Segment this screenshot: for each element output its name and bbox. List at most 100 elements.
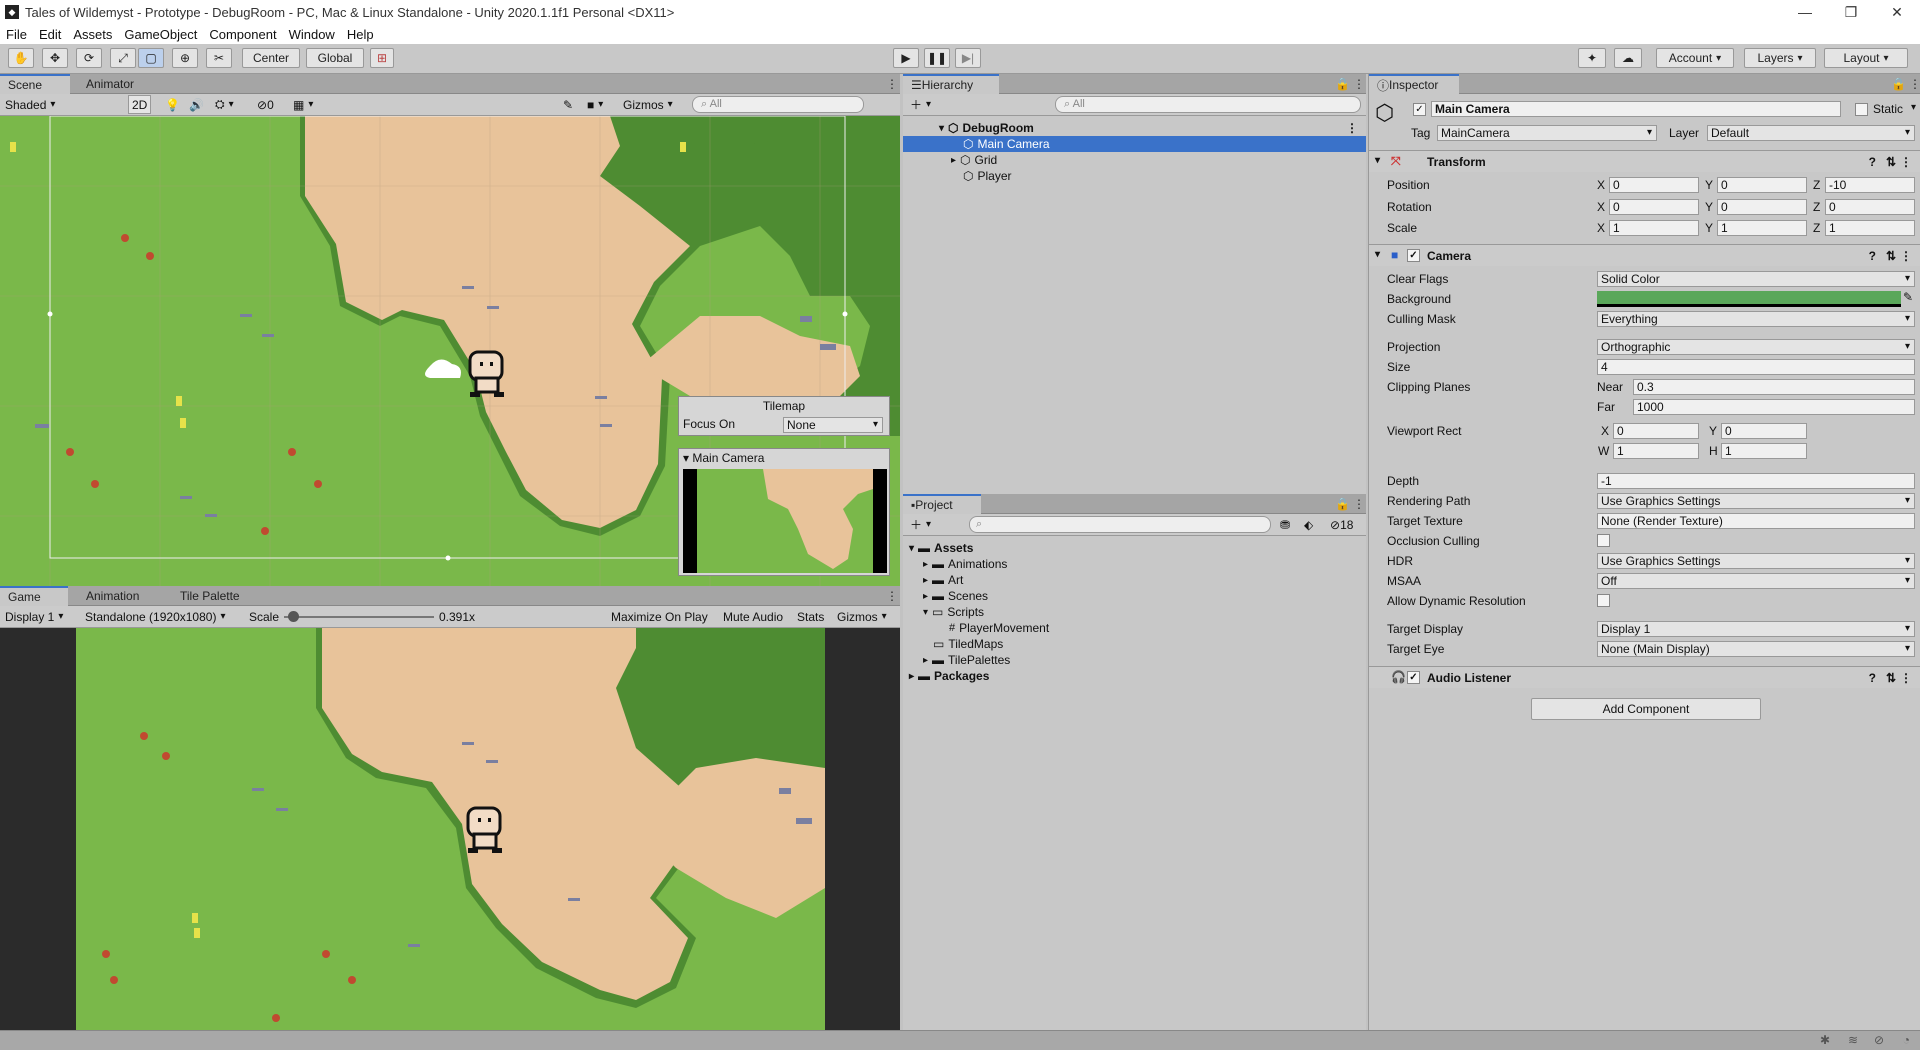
- game-gizmos-dropdown[interactable]: Gizmos: [834, 607, 890, 626]
- scale-x-field[interactable]: 1: [1609, 220, 1699, 236]
- transform-tool-icon[interactable]: ⊕: [172, 48, 198, 68]
- audio-listener-enabled-checkbox[interactable]: ✓: [1407, 671, 1420, 684]
- focus-on-dropdown[interactable]: None: [783, 417, 883, 433]
- near-field[interactable]: 0.3: [1633, 379, 1915, 395]
- tab-animator[interactable]: Animator: [78, 74, 166, 94]
- rotation-y-field[interactable]: 0: [1717, 199, 1807, 215]
- tab-animation[interactable]: Animation: [78, 586, 164, 606]
- inspector-menu-icon[interactable]: ⋮: [1901, 74, 1920, 94]
- custom-tool-icon[interactable]: ✂: [206, 48, 232, 68]
- stats-button[interactable]: Stats: [794, 607, 827, 626]
- folder-art[interactable]: ▸ ▬ Art: [903, 572, 1366, 588]
- position-z-field[interactable]: -10: [1825, 177, 1915, 193]
- layout-dropdown[interactable]: Layout: [1824, 48, 1908, 68]
- tab-scene[interactable]: Scene: [0, 74, 70, 94]
- target-display-dropdown[interactable]: Display 1: [1597, 621, 1915, 637]
- collapse-icon[interactable]: ▾: [1375, 249, 1380, 260]
- add-component-button[interactable]: Add Component: [1531, 698, 1761, 720]
- audio-listener-header[interactable]: 🎧 ✓ Audio Listener ? ⇅ ⋮: [1369, 666, 1920, 688]
- clear-flags-dropdown[interactable]: Solid Color: [1597, 271, 1915, 287]
- scene-search-input[interactable]: ⌕ All: [692, 96, 864, 113]
- gizmos-dropdown[interactable]: Gizmos: [620, 95, 676, 114]
- help-icon[interactable]: ?: [1869, 155, 1876, 169]
- snap-icon[interactable]: ⊞: [370, 48, 394, 68]
- component-menu-icon[interactable]: ⋮: [1900, 249, 1912, 263]
- expand-icon[interactable]: ▸: [909, 671, 914, 682]
- folder-tiledmaps[interactable]: ▭ TiledMaps: [903, 636, 1366, 652]
- tools-icon[interactable]: ✎: [560, 95, 576, 114]
- hierarchy-menu-icon[interactable]: ⋮: [1345, 74, 1365, 94]
- collapse-icon[interactable]: ▾: [909, 543, 914, 554]
- effects-icon[interactable]: ⛭: [212, 95, 237, 114]
- preset-icon[interactable]: ⇅: [1886, 671, 1896, 685]
- project-add-button[interactable]: ＋: [907, 515, 934, 534]
- depth-field[interactable]: -1: [1597, 473, 1915, 489]
- tab-inspector[interactable]: ⓘ Inspector: [1369, 74, 1459, 94]
- rotate-tool-icon[interactable]: ⟳: [76, 48, 102, 68]
- game-viewport[interactable]: [0, 628, 900, 1030]
- shading-dropdown[interactable]: Shaded: [2, 95, 118, 114]
- position-y-field[interactable]: 0: [1717, 177, 1807, 193]
- status-progress-icon[interactable]: ◔: [1903, 1033, 1910, 1047]
- grid-icon[interactable]: ▦: [290, 95, 316, 114]
- status-debug-icon[interactable]: ✱: [1820, 1033, 1830, 1047]
- occlusion-culling-checkbox[interactable]: [1597, 534, 1610, 547]
- folder-tilepalettes[interactable]: ▸ ▬ TilePalettes: [903, 652, 1366, 668]
- panel-menu-icon[interactable]: ⋮: [878, 74, 898, 94]
- scale-slider-thumb[interactable]: [288, 611, 299, 622]
- project-lock-icon[interactable]: 🔒: [1327, 494, 1350, 514]
- tab-hierarchy[interactable]: ☰ Hierarchy: [903, 74, 999, 94]
- hidden-packages-icon[interactable]: ⊘ 18: [1327, 515, 1356, 534]
- scene-viewport[interactable]: Tilemap Focus On None ▾ Main Camera: [0, 116, 900, 586]
- hdr-dropdown[interactable]: Use Graphics Settings: [1597, 553, 1915, 569]
- menu-gameobject[interactable]: GameObject: [124, 27, 197, 42]
- background-color-swatch[interactable]: [1597, 291, 1901, 307]
- camera-header[interactable]: ▾ ■ ✓ Camera ? ⇅ ⋮: [1369, 244, 1920, 266]
- play-button-icon[interactable]: ▶: [893, 48, 919, 68]
- inspector-lock-icon[interactable]: 🔒: [1883, 74, 1906, 94]
- status-cache-icon[interactable]: ⊘: [1874, 1033, 1884, 1047]
- scale-slider[interactable]: [284, 611, 434, 622]
- scale-z-field[interactable]: 1: [1825, 220, 1915, 236]
- pivot-global-button[interactable]: Global: [306, 48, 364, 68]
- project-search-input[interactable]: ⌕: [969, 516, 1271, 533]
- menu-component[interactable]: Component: [209, 27, 276, 42]
- expand-icon[interactable]: ▸: [923, 591, 928, 602]
- scene-item-menu-icon[interactable]: ⋮: [1346, 121, 1358, 135]
- toggle-2d-button[interactable]: 2D: [128, 95, 152, 114]
- folder-packages[interactable]: ▸ ▬ Packages: [903, 668, 1366, 684]
- restore-icon[interactable]: ❐: [1828, 0, 1874, 24]
- viewport-w-field[interactable]: 1: [1613, 443, 1699, 459]
- size-field[interactable]: 4: [1597, 359, 1915, 375]
- hidden-objects-icon[interactable]: ⊘ 0: [254, 95, 277, 114]
- maximize-on-play-button[interactable]: Maximize On Play: [608, 607, 711, 626]
- component-menu-icon[interactable]: ⋮: [1900, 155, 1912, 169]
- expand-icon[interactable]: ▸: [951, 155, 956, 166]
- preset-icon[interactable]: ⇅: [1886, 155, 1896, 169]
- help-icon[interactable]: ?: [1869, 249, 1876, 263]
- menu-assets[interactable]: Assets: [73, 27, 112, 42]
- viewport-x-field[interactable]: 0: [1613, 423, 1699, 439]
- component-menu-icon[interactable]: ⋮: [1900, 671, 1912, 685]
- audio-icon[interactable]: 🔊: [186, 95, 207, 114]
- static-checkbox[interactable]: [1855, 103, 1868, 116]
- transform-header[interactable]: ▾ ⤧ Transform ? ⇅ ⋮: [1369, 150, 1920, 172]
- far-field[interactable]: 1000: [1633, 399, 1915, 415]
- collab-icon[interactable]: ✦: [1578, 48, 1606, 68]
- filter-type-icon[interactable]: ⛃: [1277, 515, 1293, 534]
- rotation-z-field[interactable]: 0: [1825, 199, 1915, 215]
- rotation-x-field[interactable]: 0: [1609, 199, 1699, 215]
- hierarchy-search-input[interactable]: ⌕ All: [1055, 96, 1361, 113]
- status-layers-icon[interactable]: ≋: [1848, 1033, 1858, 1047]
- folder-animations[interactable]: ▸ ▬ Animations: [903, 556, 1366, 572]
- menu-edit[interactable]: Edit: [39, 27, 61, 42]
- menu-help[interactable]: Help: [347, 27, 374, 42]
- help-icon[interactable]: ?: [1869, 671, 1876, 685]
- camera-icon[interactable]: ■: [584, 95, 606, 114]
- static-dropdown-icon[interactable]: ▾: [1911, 102, 1916, 113]
- cloud-icon[interactable]: ☁: [1614, 48, 1642, 68]
- move-tool-icon[interactable]: ✥: [42, 48, 68, 68]
- scale-tool-icon[interactable]: ⤢: [110, 48, 136, 68]
- script-playermovement[interactable]: # PlayerMovement: [903, 620, 1366, 636]
- expand-icon[interactable]: ▸: [923, 575, 928, 586]
